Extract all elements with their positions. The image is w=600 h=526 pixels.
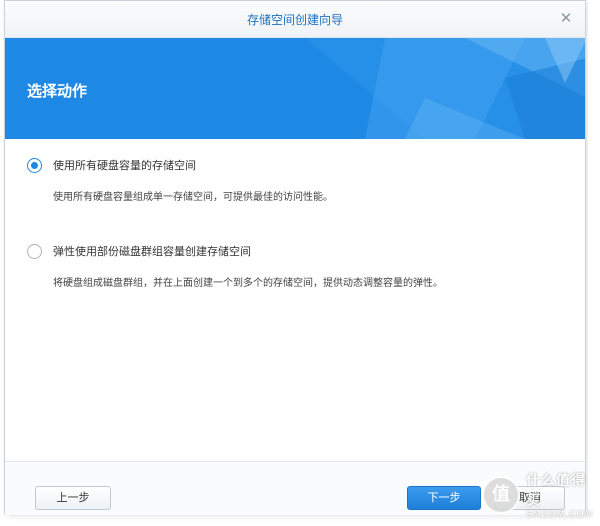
option-description: 将硬盘组成磁盘群组，并在上面创建一个到多个的存储空间，提供动态调整容量的弹性。 [53, 278, 443, 289]
option-use-all-capacity[interactable]: 使用所有硬盘容量的存储空间 [27, 157, 196, 173]
option-label: 使用所有硬盘容量的存储空间 [53, 159, 196, 172]
watermark-logo-icon: 值 [482, 476, 520, 514]
title-bar[interactable]: 存储空间创建向导 ✕ [5, 1, 585, 38]
watermark-main: 什么值得买 [526, 473, 586, 509]
watermark-text: 什么值得买 SMZDM.COM [526, 470, 593, 520]
watermark-sub: SMZDM.COM [526, 510, 594, 520]
banner-decoration [305, 38, 585, 139]
option-flexible-volume[interactable]: 弹性使用部份磁盘群组容量创建存储空间 [27, 243, 251, 259]
storage-wizard-dialog: 存储空间创建向导 ✕ 选择动作 使用所有硬盘容量的存储空间 使用所有硬盘容量组成… [4, 0, 586, 515]
option-description: 使用所有硬盘容量组成单一存储空间，可提供最佳的访问性能。 [53, 192, 333, 203]
header-banner: 选择动作 [5, 38, 585, 139]
radio-flexible-volume[interactable] [27, 243, 42, 259]
next-button[interactable]: 下一步 [407, 486, 481, 510]
back-button[interactable]: 上一步 [35, 486, 111, 510]
window-title: 存储空间创建向导 [246, 13, 343, 27]
step-title: 选择动作 [27, 82, 88, 100]
radio-use-all-capacity[interactable] [27, 157, 42, 173]
window-edge [588, 0, 600, 526]
close-icon[interactable]: ✕ [557, 9, 575, 27]
site-watermark: 值 什么值得买 SMZDM.COM [482, 470, 593, 520]
option-label: 弹性使用部份磁盘群组容量创建存储空间 [53, 245, 251, 258]
wizard-content: 使用所有硬盘容量的存储空间 使用所有硬盘容量组成单一存储空间，可提供最佳的访问性… [5, 139, 585, 461]
